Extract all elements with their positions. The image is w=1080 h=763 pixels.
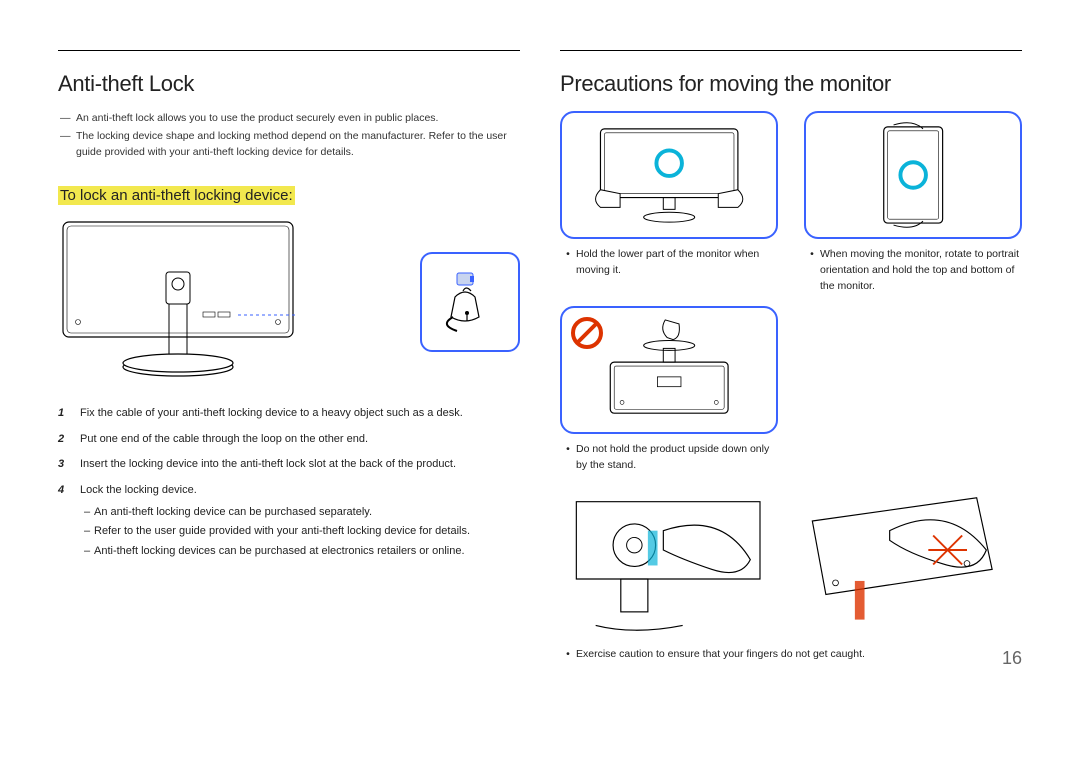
dash-icon: – <box>80 523 94 541</box>
bullet-icon: • <box>560 442 576 474</box>
subnote-text: Refer to the user guide provided with yo… <box>94 523 470 541</box>
step-text-inner: Lock the locking device. <box>80 484 197 496</box>
dash-icon: – <box>80 543 94 561</box>
caption-pinch: •Exercise caution to ensure that your fi… <box>560 647 1022 663</box>
subnote-item: –Anti-theft locking devices can be purch… <box>80 543 520 561</box>
illustration-hold-bottom <box>571 121 767 229</box>
step-number: 1 <box>58 405 80 423</box>
step-item: 3 Insert the locking device into the ant… <box>58 456 520 474</box>
caption-hold-portrait: •When moving the monitor, rotate to port… <box>804 247 1022 294</box>
prohibit-icon <box>570 316 604 350</box>
caption-text: Exercise caution to ensure that your fin… <box>576 647 1022 663</box>
intro-notes: ― An anti-theft lock allows you to use t… <box>58 111 520 160</box>
precaution-grid: •Hold the lower part of the monitor when… <box>560 111 1022 294</box>
step-item: 1 Fix the cable of your anti-theft locki… <box>58 405 520 423</box>
step-number: 4 <box>58 482 80 562</box>
subnote-item: –An anti-theft locking device can be pur… <box>80 504 520 522</box>
panel-pinch-tilt <box>796 492 1022 637</box>
step-text: Put one end of the cable through the loo… <box>80 431 520 449</box>
bullet-icon: • <box>560 247 576 279</box>
check-circle-icon <box>900 162 926 188</box>
subnote-item: –Refer to the user guide provided with y… <box>80 523 520 541</box>
manual-page: Anti-theft Lock ― An anti-theft lock all… <box>0 0 1080 683</box>
caption-text: When moving the monitor, rotate to portr… <box>820 247 1022 294</box>
right-column: Precautions for moving the monitor <box>560 50 1022 663</box>
step-subnotes: –An anti-theft locking device can be pur… <box>80 504 520 561</box>
lock-callout <box>420 252 520 352</box>
steps-list: 1 Fix the cable of your anti-theft locki… <box>58 405 520 562</box>
figure-lock <box>58 217 520 387</box>
caption-text: Hold the lower part of the monitor when … <box>576 247 778 279</box>
caption-do-not-hold-stand: •Do not hold the product upside down onl… <box>560 442 778 474</box>
step-item: 2 Put one end of the cable through the l… <box>58 431 520 449</box>
note-text: The locking device shape and locking met… <box>76 129 520 161</box>
step-number: 2 <box>58 431 80 449</box>
pinch-row <box>560 492 1022 637</box>
subnote-text: Anti-theft locking devices can be purcha… <box>94 543 465 561</box>
illustration-hold-portrait <box>815 121 1011 229</box>
dash-icon: – <box>80 504 94 522</box>
step-text: Insert the locking device into the anti-… <box>80 456 520 474</box>
step-number: 3 <box>58 456 80 474</box>
step-text: Fix the cable of your anti-theft locking… <box>80 405 520 423</box>
bullet-icon: • <box>804 247 820 294</box>
step-text: Lock the locking device. –An anti-theft … <box>80 482 520 562</box>
panel-hold-portrait <box>804 111 1022 239</box>
page-number: 16 <box>1002 648 1022 669</box>
heading-precautions: Precautions for moving the monitor <box>560 71 1022 97</box>
illustration-pinch-stand <box>560 492 786 637</box>
left-column: Anti-theft Lock ― An anti-theft lock all… <box>58 50 520 663</box>
illustration-pinch-tilt <box>796 492 1022 637</box>
caption-text: Do not hold the product upside down only… <box>576 442 778 474</box>
panel-pinch-stand <box>560 492 786 637</box>
dash-icon: ― <box>58 111 76 127</box>
check-circle-icon <box>656 150 682 176</box>
bullet-icon: • <box>560 647 576 663</box>
subheading-lock: To lock an anti-theft locking device: <box>58 186 295 205</box>
top-rule-left <box>58 50 520 51</box>
note-item: ― The locking device shape and locking m… <box>58 129 520 161</box>
heading-anti-theft: Anti-theft Lock <box>58 71 520 97</box>
top-rule-right <box>560 50 1022 51</box>
warning-row: •Do not hold the product upside down onl… <box>560 306 1022 474</box>
dash-icon: ― <box>58 129 76 161</box>
panel-hold-bottom <box>560 111 778 239</box>
note-item: ― An anti-theft lock allows you to use t… <box>58 111 520 127</box>
note-text: An anti-theft lock allows you to use the… <box>76 111 520 127</box>
panel-do-not-hold-stand <box>560 306 778 434</box>
monitor-back-illustration <box>58 217 298 387</box>
subnote-text: An anti-theft locking device can be purc… <box>94 504 372 522</box>
step-item: 4 Lock the locking device. –An anti-thef… <box>58 482 520 562</box>
caption-hold-bottom: •Hold the lower part of the monitor when… <box>560 247 778 294</box>
